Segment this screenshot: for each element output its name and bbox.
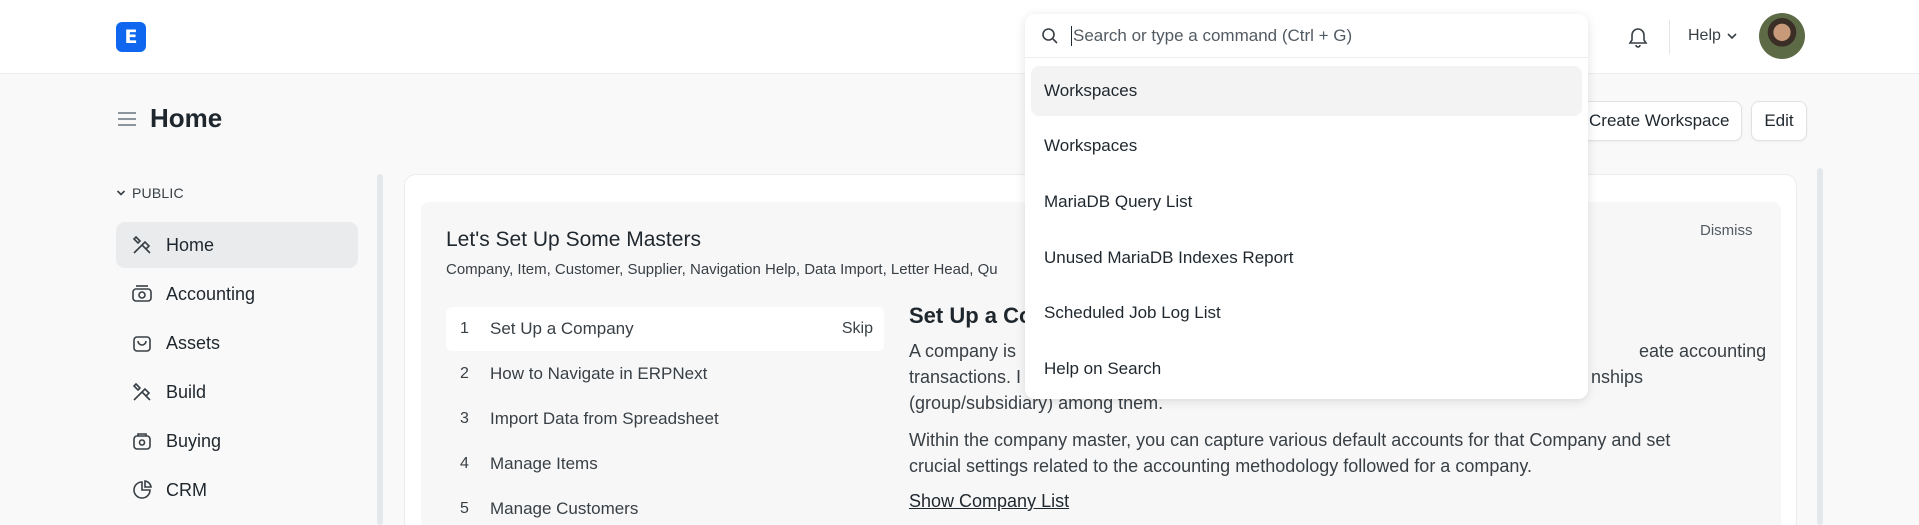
navbar-divider [1669, 20, 1670, 54]
sidebar-item-label: Buying [166, 430, 222, 451]
build-icon [131, 381, 153, 403]
assets-icon [131, 332, 153, 354]
sidebar-item-label: Home [166, 234, 215, 255]
step-number: 1 [460, 320, 469, 337]
search-result-item[interactable]: MariaDB Query List [1031, 177, 1582, 227]
step-label: How to Navigate in ERPNext [490, 364, 708, 383]
step-detail-text: nships [1591, 367, 1644, 387]
sidebar-item-build[interactable]: Build [116, 369, 358, 415]
edit-button[interactable]: Edit [1751, 101, 1807, 141]
search-result-item[interactable]: Workspaces [1031, 121, 1582, 171]
sidebar-item-home[interactable]: Home [116, 222, 358, 268]
main-scrollbar[interactable] [1817, 168, 1823, 525]
search-result-item[interactable]: Help on Search [1031, 344, 1582, 394]
step-detail-text: A company is [909, 341, 1017, 361]
notification-bell-icon[interactable] [1626, 24, 1650, 50]
sidebar-section-public[interactable]: PUBLIC [116, 185, 184, 201]
app-logo[interactable]: E [116, 22, 146, 52]
sidebar-section-label: PUBLIC [132, 185, 184, 201]
page-title: Home [150, 103, 223, 133]
step-number: 2 [460, 365, 469, 382]
help-dropdown[interactable]: Help [1688, 25, 1738, 47]
step-label: Set Up a Company [490, 319, 634, 338]
step-detail-text: Within the company master, you can captu… [909, 430, 1671, 450]
sidebar-scrollbar[interactable] [377, 174, 383, 525]
dismiss-button[interactable]: Dismiss [1700, 222, 1753, 239]
onboarding-step[interactable]: 4 Manage Items [446, 442, 884, 486]
step-number: 3 [460, 410, 469, 427]
onboarding-step[interactable]: 2 How to Navigate in ERPNext [446, 352, 884, 396]
awesomebar-dropdown: Workspaces Workspaces MariaDB Query List… [1025, 14, 1588, 399]
chevron-down-icon [116, 190, 126, 196]
text-caret [1071, 25, 1072, 46]
accounting-icon [131, 283, 153, 305]
step-number: 4 [460, 455, 469, 472]
sidebar-item-assets[interactable]: Assets [116, 320, 358, 366]
sidebar-item-label: Build [166, 381, 207, 402]
search-result-item[interactable]: Workspaces [1031, 66, 1582, 116]
sidebar-item-accounting[interactable]: Accounting [116, 271, 358, 317]
user-avatar[interactable] [1759, 13, 1805, 59]
buying-icon [131, 430, 153, 452]
step-detail-text: transactions. I [909, 367, 1022, 387]
step-number: 5 [460, 500, 469, 517]
search-result-item[interactable]: Unused MariaDB Indexes Report [1031, 233, 1582, 283]
search-icon [1041, 27, 1059, 45]
logo-letter: E [124, 26, 138, 48]
step-label: Manage Items [490, 454, 598, 473]
step-detail-text: crucial settings related to the accounti… [909, 456, 1533, 476]
search-bar [1025, 14, 1588, 58]
sidebar-item-crm[interactable]: CRM [116, 467, 358, 513]
step-detail-text: eate accounting [1639, 341, 1767, 361]
search-input[interactable] [1073, 25, 1553, 46]
search-result-item[interactable]: Scheduled Job Log List [1031, 288, 1582, 338]
home-tools-icon [131, 234, 153, 256]
chevron-down-icon [1727, 33, 1737, 40]
onboarding-step[interactable]: 3 Import Data from Spreadsheet [446, 397, 884, 441]
navbar: E Help [0, 0, 1919, 74]
sidebar-item-label: CRM [166, 479, 207, 500]
onboarding-title: Let's Set Up Some Masters [446, 228, 701, 251]
sidebar-item-buying[interactable]: Buying [116, 418, 358, 464]
sidebar-item-label: Accounting [166, 283, 256, 304]
onboarding-subtitle: Company, Item, Customer, Supplier, Navig… [446, 261, 998, 278]
onboarding-step[interactable]: 1 Set Up a Company Skip [446, 307, 884, 351]
sidebar-toggle-icon[interactable] [116, 108, 138, 130]
crm-icon [131, 479, 153, 501]
onboarding-step[interactable]: 5 Manage Customers [446, 487, 884, 525]
step-label: Manage Customers [490, 499, 639, 518]
show-company-list-link[interactable]: Show Company List [909, 491, 1069, 512]
skip-step-button[interactable]: Skip [842, 320, 873, 338]
step-label: Import Data from Spreadsheet [490, 409, 719, 428]
create-workspace-button[interactable]: Create Workspace [1582, 101, 1742, 141]
help-label: Help [1688, 27, 1721, 44]
sidebar-item-label: Assets [166, 332, 221, 353]
step-detail-title: Set Up a Co [909, 303, 1033, 328]
